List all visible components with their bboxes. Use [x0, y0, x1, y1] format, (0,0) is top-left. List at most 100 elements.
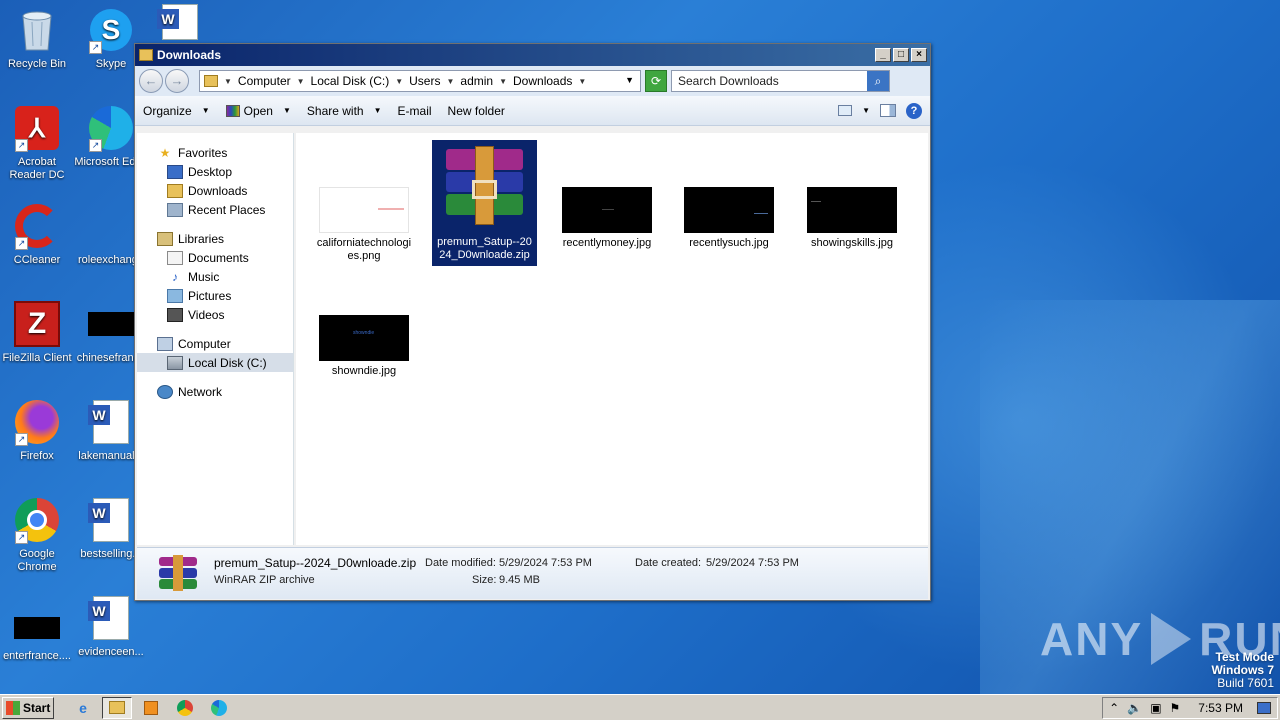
taskbar: Start e ⌃ 🔈 ▣ ⚑ 7:53 PM: [0, 694, 1280, 720]
word-document-icon: W: [156, 4, 204, 40]
taskbar-explorer[interactable]: [102, 696, 132, 719]
nav-downloads[interactable]: Downloads: [137, 181, 293, 200]
email-button[interactable]: E-mail: [398, 104, 432, 118]
desktop-icon-firefox[interactable]: ↗ Firefox: [0, 398, 74, 463]
nav-documents[interactable]: Documents: [137, 248, 293, 267]
file-name: recentlysuch.jpg: [689, 237, 769, 249]
search-input[interactable]: Search Downloads ⌕: [671, 70, 890, 92]
taskbar-internet-explorer[interactable]: e: [68, 697, 98, 719]
nav-computer[interactable]: Computer: [137, 334, 293, 353]
forward-button[interactable]: →: [165, 69, 189, 93]
nav-pictures[interactable]: Pictures: [137, 286, 293, 305]
chevron-right-icon[interactable]: ▼: [224, 77, 232, 86]
volume-icon[interactable]: 🔈: [1127, 701, 1142, 715]
chevron-down-icon: ▼: [373, 106, 382, 115]
computer-icon: [157, 336, 173, 351]
size-label: Size:: [472, 574, 497, 586]
search-icon[interactable]: ⌕: [867, 71, 889, 91]
back-button[interactable]: ←: [139, 69, 163, 93]
start-button[interactable]: Start: [2, 696, 54, 719]
clock[interactable]: 7:53 PM: [1198, 701, 1243, 715]
file-item[interactable]: showndie showndie.jpg: [312, 315, 416, 378]
breadcrumb-computer[interactable]: Computer: [238, 74, 291, 88]
taskbar-edge[interactable]: [204, 697, 234, 719]
open-button[interactable]: Open ▼: [225, 104, 291, 118]
desktop-icon-partial-word[interactable]: W: [150, 4, 210, 44]
help-icon[interactable]: ?: [906, 102, 922, 119]
nav-label: Music: [188, 269, 220, 284]
nav-desktop[interactable]: Desktop: [137, 162, 293, 181]
desktop-icon-enterfrance[interactable]: enterfrance....: [0, 610, 74, 663]
refresh-button[interactable]: ⟳: [645, 70, 667, 92]
desktop-icon-evidenceen[interactable]: W evidenceen...: [74, 594, 148, 659]
file-item[interactable]: recentlysuch.jpg: [677, 187, 781, 250]
nav-label: Desktop: [188, 164, 233, 179]
file-name: 24_D0wnloade.zip: [439, 249, 530, 261]
file-item[interactable]: recentlymoney.jpg: [555, 187, 659, 250]
desktop-icon-chrome[interactable]: ↗ Google Chrome: [0, 496, 74, 574]
media-player-icon: [144, 700, 158, 715]
file-list[interactable]: californiatechnologi es.png premum_Satup…: [296, 133, 928, 545]
firefox-icon: ↗: [13, 398, 61, 446]
chevron-right-icon[interactable]: ▼: [578, 77, 586, 86]
desktop-icon-label: FileZilla Client: [2, 352, 72, 364]
acrobat-icon: ⅄ ↗: [13, 104, 61, 152]
chevron-down-icon[interactable]: ▼: [862, 106, 870, 115]
explorer-window[interactable]: Downloads _ □ × ← → ▼ Computer ▼ Local D…: [134, 43, 931, 601]
address-dropdown-icon[interactable]: ▼: [625, 75, 634, 85]
nav-libraries[interactable]: Libraries: [137, 229, 293, 248]
word-icon-letter: W: [157, 9, 179, 29]
word-document-icon: W: [87, 398, 135, 446]
breadcrumb-users[interactable]: Users: [409, 74, 440, 88]
image-thumbnail: [562, 187, 652, 233]
share-with-button[interactable]: Share with ▼: [307, 104, 382, 118]
downloads-folder-icon: [167, 183, 183, 198]
file-item[interactable]: californiatechnologi es.png: [312, 187, 416, 263]
nav-label: Computer: [178, 336, 231, 351]
flag-icon[interactable]: ⚑: [1170, 701, 1181, 715]
close-button[interactable]: ×: [911, 48, 927, 62]
show-hidden-icons-icon[interactable]: ⌃: [1109, 701, 1119, 715]
organize-button[interactable]: Organize ▼: [143, 104, 210, 118]
minimize-button[interactable]: _: [875, 48, 891, 62]
music-icon: ♪: [172, 269, 178, 284]
taskbar-chrome[interactable]: [170, 697, 200, 719]
command-bar: Organize ▼ Open ▼ Share with ▼ E-mail Ne…: [135, 96, 930, 126]
desktop-icon-label: Recycle Bin: [7, 58, 67, 70]
desktop-icon-filezilla[interactable]: Z FileZilla Client: [0, 300, 74, 365]
taskbar-media-player[interactable]: [136, 697, 166, 719]
nav-network[interactable]: Network: [137, 382, 293, 401]
address-bar[interactable]: ▼ Computer ▼ Local Disk (C:) ▼ Users ▼ a…: [199, 70, 641, 92]
breadcrumb-admin[interactable]: admin: [460, 74, 493, 88]
nav-label: Pictures: [188, 288, 232, 303]
desktop-icon-recycle-bin[interactable]: Recycle Bin: [0, 6, 74, 71]
shortcut-arrow-icon: ↗: [15, 237, 28, 250]
chevron-right-icon[interactable]: ▼: [297, 77, 305, 86]
change-view-icon[interactable]: [838, 105, 853, 116]
show-desktop-icon[interactable]: [1257, 701, 1271, 714]
windows-logo-icon: [6, 700, 20, 715]
preview-pane-icon[interactable]: [880, 104, 896, 117]
nav-music[interactable]: ♪ Music: [137, 267, 293, 286]
desktop-icon-acrobat[interactable]: ⅄ ↗ Acrobat Reader DC: [0, 104, 74, 182]
title-bar[interactable]: Downloads _ □ ×: [135, 44, 930, 66]
file-item-selected[interactable]: premum_Satup--20 24_D0wnloade.zip: [432, 140, 537, 266]
nav-videos[interactable]: Videos: [137, 305, 293, 324]
new-folder-button[interactable]: New folder: [448, 104, 505, 118]
network-tray-icon[interactable]: ▣: [1150, 701, 1161, 715]
file-item[interactable]: showingskills.jpg: [800, 187, 904, 250]
details-file-name: premum_Satup--2024_D0wnloade.zip: [214, 556, 417, 570]
breadcrumb-local-disk[interactable]: Local Disk (C:): [311, 74, 390, 88]
blank-thumbnail-icon: [87, 202, 135, 250]
nav-local-disk[interactable]: Local Disk (C:): [137, 353, 293, 372]
breadcrumb-downloads[interactable]: Downloads: [513, 74, 572, 88]
edge-icon: ↗: [87, 104, 135, 152]
desktop-icon-ccleaner[interactable]: ↗ CCleaner: [0, 202, 74, 267]
nav-recent-places[interactable]: Recent Places: [137, 200, 293, 219]
maximize-button[interactable]: □: [893, 48, 909, 62]
chevron-right-icon[interactable]: ▼: [446, 77, 454, 86]
share-with-label: Share with: [306, 103, 364, 118]
nav-favorites[interactable]: ★ Favorites: [137, 143, 293, 162]
chevron-right-icon[interactable]: ▼: [499, 77, 507, 86]
chevron-right-icon[interactable]: ▼: [395, 77, 403, 86]
